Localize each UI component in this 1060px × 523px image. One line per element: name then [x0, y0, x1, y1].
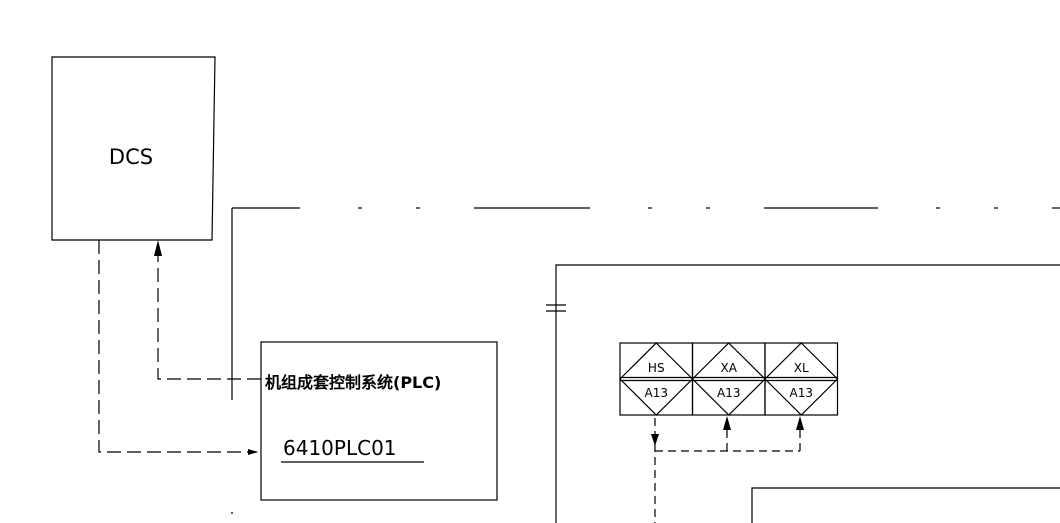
plc-title: 机组成套控制系统(PLC) — [265, 373, 441, 392]
plc-tag: 6410PLC01 — [283, 436, 397, 460]
instrument-group: HS A13 XA A13 XL A13 — [619, 342, 839, 416]
instrument-loop-label: A13 — [645, 386, 668, 400]
arrow-down-icon — [651, 434, 659, 446]
diamond-symbol — [764, 342, 839, 416]
instrument-loop-label: A13 — [717, 386, 740, 400]
boundary-line — [231, 207, 1060, 514]
instrument-loop-label: A13 — [790, 386, 813, 400]
plc-box[interactable]: 机组成套控制系统(PLC) 6410PLC01 — [260, 341, 498, 501]
instrument-block-xa[interactable]: XA A13 — [691, 342, 766, 416]
arrow-up-icon — [154, 240, 162, 256]
instrument-function-label: XL — [794, 361, 809, 375]
diagram-canvas: DCS 机组成套控制系统(PLC) 6410PLC01 HSA13XAA13XL… — [51, 56, 1060, 523]
diamond-symbol — [691, 342, 766, 416]
instrument-function-label: XA — [721, 361, 738, 375]
arrow-up-icon — [723, 416, 731, 430]
dcs-to-plc-signal — [98, 240, 258, 455]
diamond-symbol — [619, 342, 694, 416]
instrument-block-xl[interactable]: XL A13 — [764, 342, 839, 416]
dcs-label: DCS — [109, 145, 153, 169]
instrument-links — [651, 416, 804, 523]
dcs-box[interactable]: DCS — [51, 56, 216, 241]
plc-to-dcs-signal — [154, 240, 261, 380]
instrument-function-label: HS — [648, 361, 665, 375]
arrow-up-icon — [796, 416, 804, 430]
instrument-block-hs[interactable]: HS A13 — [619, 342, 694, 416]
